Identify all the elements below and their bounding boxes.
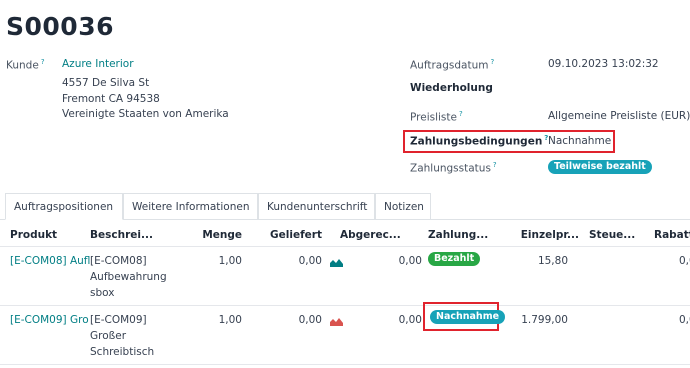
row-divider [0, 364, 690, 365]
pricelist-value[interactable]: Allgemeine Preisliste (EUR) [548, 110, 690, 122]
col-header-taxes[interactable]: Steue... [589, 229, 635, 241]
order-date-value[interactable]: 09.10.2023 13:02:32 [548, 58, 659, 70]
pricelist-label-text: Preisliste [410, 111, 457, 124]
row-description-line3: sbox [90, 287, 115, 299]
row-payment-status: Nachnahme [430, 310, 506, 324]
row-invoiced: 0,00 [398, 255, 422, 267]
help-tooltip-icon[interactable]: ? [41, 58, 45, 66]
payment-paid-badge: Bezahlt [428, 252, 481, 266]
pricelist-label: Preisliste? [410, 110, 463, 124]
tab-order-lines[interactable]: Auftragspositionen [5, 193, 123, 220]
payment-cod-badge: Nachnahme [430, 310, 506, 324]
order-date-label-text: Auftragsdatum [410, 59, 489, 72]
row-invoiced: 0,00 [398, 314, 422, 326]
page-title: S00036 [6, 12, 114, 41]
forecast-area-chart-icon[interactable] [330, 257, 343, 267]
row-description-line3: Schreibtisch [90, 346, 155, 358]
col-header-discount[interactable]: Rabatt [654, 229, 690, 241]
payment-terms-value[interactable]: Nachnahme [548, 135, 611, 147]
payment-status-label: Zahlungsstatus? [410, 161, 497, 175]
customer-label: Kunde? [6, 58, 45, 72]
row-product[interactable]: [E-COM08] Aufl [10, 255, 90, 267]
payment-status-badge: Teilweise bezahlt [548, 160, 652, 174]
row-discount: 0,0 [679, 314, 690, 326]
row-delivered: 0,00 [298, 314, 322, 326]
row-description-line2: Großer [90, 330, 127, 342]
row-unit-price: 15,80 [537, 255, 568, 267]
order-date-label: Auftragsdatum? [410, 58, 494, 72]
row-unit-price: 1.799,00 [521, 314, 568, 326]
header-divider [0, 246, 690, 247]
col-header-delivered[interactable]: Geliefert [268, 229, 322, 241]
row-quantity: 1,00 [218, 314, 242, 326]
col-header-product[interactable]: Produkt [10, 229, 57, 241]
payment-terms-label: Zahlungsbedingungen? [410, 134, 548, 148]
row-discount: 0,0 [679, 255, 690, 267]
row-quantity: 1,00 [218, 255, 242, 267]
help-tooltip-icon[interactable]: ? [490, 58, 494, 66]
col-header-invoiced[interactable]: Abgerec... [340, 229, 401, 241]
customer-name-link[interactable]: Azure Interior [62, 58, 134, 70]
tab-other-info[interactable]: Weitere Informationen [123, 193, 258, 220]
col-header-description[interactable]: Beschrei... [90, 229, 153, 241]
payment-terms-label-text: Zahlungsbedingungen [410, 135, 543, 148]
recurrence-label: Wiederholung [410, 82, 493, 94]
row-description-line1: [E-COM09] [90, 314, 147, 326]
help-tooltip-icon[interactable]: ? [493, 161, 497, 169]
tab-notes[interactable]: Notizen [375, 193, 431, 220]
row-divider [0, 305, 690, 306]
col-header-quantity[interactable]: Menge [190, 229, 242, 241]
payment-status-label-text: Zahlungsstatus [410, 162, 491, 175]
row-delivered: 0,00 [298, 255, 322, 267]
customer-street: 4557 De Silva St [62, 77, 150, 89]
col-header-unit-price[interactable]: Einzelpr... [520, 229, 579, 241]
customer-city: Fremont CA 94538 [62, 93, 160, 105]
row-payment-status: Bezahlt [428, 252, 481, 266]
notebook-tabs: Auftragspositionen Weitere Informationen… [5, 193, 431, 220]
help-tooltip-icon[interactable]: ? [459, 110, 463, 118]
row-product[interactable]: [E-COM09] Gro [10, 314, 89, 326]
row-description-line1: [E-COM08] [90, 255, 147, 267]
payment-status-field: Teilweise bezahlt [548, 159, 652, 174]
row-description-line2: Aufbewahrung [90, 271, 167, 283]
col-header-payment[interactable]: Zahlung... [428, 229, 488, 241]
customer-country: Vereinigte Staaten von Amerika [62, 108, 229, 120]
customer-label-text: Kunde [6, 59, 39, 72]
forecast-area-chart-icon[interactable] [330, 316, 343, 326]
tab-customer-signature[interactable]: Kundenunterschrift [258, 193, 375, 220]
